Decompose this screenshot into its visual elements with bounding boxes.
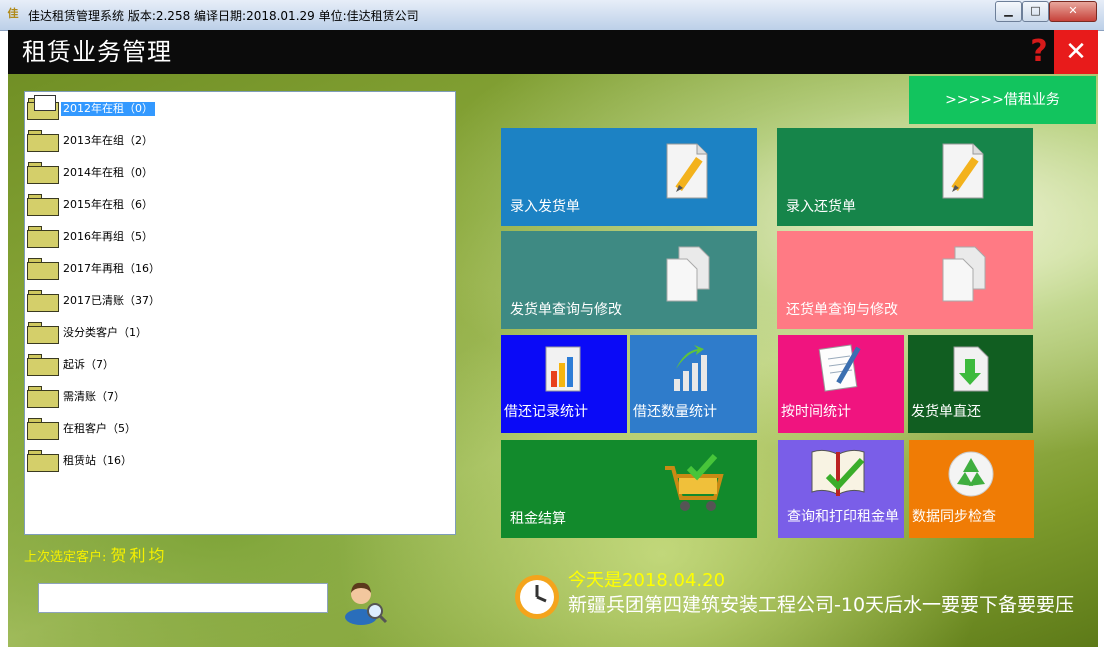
print-rent-label: 查询和打印租金单: [787, 509, 899, 525]
tree-item-label: 2015年在租（6）: [63, 198, 153, 211]
window-titlebar[interactable]: 佳 佳达租赁管理系统 版本:2.258 编译日期:2018.01.29 单位:佳…: [0, 0, 1104, 31]
customer-tree[interactable]: 2012年在租（0） 2013年在组（2） 2014年在租（0） 2015年在租…: [24, 91, 456, 535]
direct-return-tile[interactable]: 发货单直还: [908, 335, 1033, 433]
tree-item-label: 2016年再组（5）: [63, 230, 153, 243]
document-pencil-icon: [666, 143, 708, 199]
print-rent-tile[interactable]: 查询和打印租金单: [778, 440, 904, 538]
folder-icon: [27, 386, 59, 408]
return-entry-tile[interactable]: 录入还货单: [777, 128, 1033, 226]
bar-chart-document-icon: [545, 346, 581, 392]
growth-bars-icon: [674, 345, 707, 391]
folder-icon: [27, 418, 59, 440]
app-header: 租赁业务管理 ? ✕: [8, 30, 1098, 74]
folder-icon: [27, 258, 59, 280]
folder-icon: [27, 354, 59, 376]
tree-item-label: 2013年在组（2）: [63, 134, 153, 147]
help-icon[interactable]: ?: [1024, 37, 1054, 67]
app-main: 租赁业务管理 ? ✕ >>>>>借租业务 2012年在租（0） 2013年在组（…: [8, 30, 1098, 647]
copy-documents-icon: [666, 246, 710, 302]
app-close-button[interactable]: ✕: [1054, 30, 1098, 74]
folder-icon: [27, 226, 59, 248]
window-title: 佳达租赁管理系统 版本:2.258 编译日期:2018.01.29 单位:佳达租…: [28, 9, 419, 23]
clock-icon: [515, 575, 559, 619]
folder-icon: [27, 450, 59, 472]
issue-query-label: 发货单查询与修改: [510, 302, 622, 318]
rent-settlement-tile[interactable]: 租金结算: [501, 440, 757, 538]
document-pencil-icon: [942, 143, 984, 199]
folder-icon: [27, 130, 59, 152]
last-customer-label: 上次选定客户:: [24, 550, 107, 565]
qty-stat-tile[interactable]: 借还数量统计: [630, 335, 757, 433]
notepad-pen-icon: [818, 344, 861, 392]
tree-item-label: 在租客户（5）: [63, 422, 136, 435]
app-icon: 佳: [7, 7, 19, 20]
sync-check-tile[interactable]: 数据同步检查: [909, 440, 1034, 538]
issue-query-tile[interactable]: 发货单查询与修改: [501, 231, 757, 329]
user-search-icon[interactable]: [341, 577, 389, 625]
copy-documents-icon: [942, 246, 986, 302]
tree-item-label: 租赁站（16）: [63, 454, 132, 467]
minimize-button[interactable]: ▁: [995, 1, 1022, 22]
tree-item-label: 起诉（7）: [63, 358, 114, 371]
lend-business-button[interactable]: >>>>>借租业务: [909, 76, 1096, 124]
issue-entry-tile[interactable]: 录入发货单: [501, 128, 757, 226]
folder-icon: [27, 162, 59, 184]
record-stat-label: 借还记录统计: [504, 404, 588, 420]
return-query-label: 还货单查询与修改: [786, 302, 898, 318]
rent-settlement-label: 租金结算: [510, 511, 566, 527]
return-entry-label: 录入还货单: [786, 199, 856, 215]
last-customer: 上次选定客户: 贺利均: [24, 542, 168, 566]
time-stat-tile[interactable]: 按时间统计: [778, 335, 904, 433]
tree-item-label: 2017年再租（16）: [63, 262, 160, 275]
record-stat-tile[interactable]: 借还记录统计: [501, 335, 627, 433]
maximize-button[interactable]: □: [1022, 1, 1049, 22]
folder-icon: [27, 194, 59, 216]
return-query-tile[interactable]: 还货单查询与修改: [777, 231, 1033, 329]
book-check-icon: [811, 449, 865, 496]
tree-item-label: 需清账（7）: [63, 390, 125, 403]
last-customer-name: 贺利均: [110, 546, 168, 565]
folder-icon: [27, 290, 59, 312]
qty-stat-label: 借还数量统计: [633, 404, 717, 420]
folder-icon: [27, 322, 59, 344]
open-folder-icon: [27, 95, 59, 120]
customer-search-input[interactable]: [38, 583, 328, 613]
tree-item-label: 2017已清账（37）: [63, 294, 160, 307]
tree-item-label: 没分类客户（1）: [63, 326, 147, 339]
download-document-icon: [953, 346, 989, 392]
tree-item-label: 2014年在租（0）: [63, 166, 153, 179]
sync-check-label: 数据同步检查: [912, 509, 996, 525]
direct-return-label: 发货单直还: [911, 404, 981, 420]
reminder-notice: 新疆兵团第四建筑安装工程公司-10天后水一要要下备要要压压: [568, 594, 1075, 624]
page-title: 租赁业务管理: [22, 38, 172, 66]
shopping-cart-check-icon: [665, 454, 724, 511]
issue-entry-label: 录入发货单: [510, 199, 580, 215]
recycle-icon: [948, 451, 994, 497]
today-date: 今天是2018.04.20: [568, 570, 726, 591]
window-close-button[interactable]: ✕: [1049, 1, 1097, 22]
tree-item-label: 2012年在租（0）: [60, 101, 156, 117]
time-stat-label: 按时间统计: [781, 404, 851, 420]
